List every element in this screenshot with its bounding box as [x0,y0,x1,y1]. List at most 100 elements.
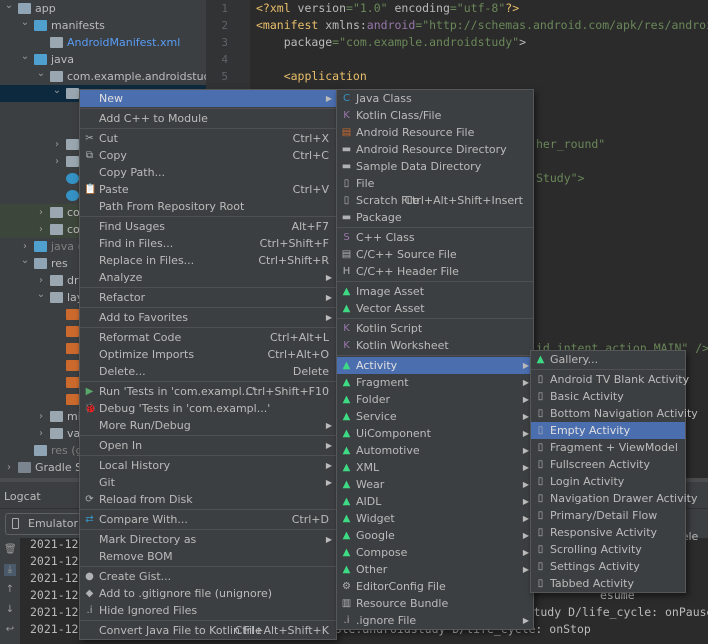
menu-item-responsive-activity[interactable]: ▯ Responsive Activity [531,524,685,541]
menu-item-copy-path[interactable]: Copy Path... [80,164,336,181]
menu-item-paste[interactable]: 📋 Paste Ctrl+V [80,181,336,198]
menu-item-c-c-header-file[interactable]: H C/C++ Header File [337,263,533,280]
menu-item-add-c-to-module[interactable]: Add C++ to Module [80,110,336,127]
menu-item-tabbed-activity[interactable]: ▯ Tabbed Activity [531,575,685,592]
menu-item-mark-directory-as[interactable]: Mark Directory as ▶ [80,531,336,548]
chevron-right-icon[interactable]: › [36,408,46,425]
chevron-right-icon[interactable]: › [4,459,14,476]
menu-item-reload-from-disk[interactable]: ⟳ Reload from Disk [80,491,336,508]
tree-item-app[interactable]: ⌄ app [0,0,206,17]
chevron-down-icon[interactable]: ⌄ [4,0,14,14]
menu-item-delete[interactable]: Delete... Delete [80,363,336,380]
menu-item-debug-tests-in-com-exampl[interactable]: 🐞 Debug 'Tests in 'com.exampl...' [80,400,336,417]
menu-item-add-to-favorites[interactable]: Add to Favorites ▶ [80,309,336,326]
menu-item-image-asset[interactable]: ▲ Image Asset [337,283,533,300]
menu-item-open-in[interactable]: Open In ▶ [80,437,336,454]
menu-item-local-history[interactable]: Local History ▶ [80,457,336,474]
menu-item-widget[interactable]: ▲ Widget ▶ [337,510,533,527]
trash-icon[interactable]: 🗑 [4,544,17,556]
code-token: <application [256,69,367,83]
tree-item-androidmanifest-xml[interactable]: AndroidManifest.xml [0,34,206,51]
menu-item-hide-ignored-files[interactable]: .i Hide Ignored Files [80,602,336,619]
menu-item-cut[interactable]: ✂ Cut Ctrl+X [80,130,336,147]
menu-item-empty-activity[interactable]: ▯ Empty Activity [531,422,685,439]
menu-item-replace-in-files[interactable]: Replace in Files... Ctrl+Shift+R [80,252,336,269]
arrow-down-icon[interactable]: ↓ [4,604,16,616]
menu-item-file[interactable]: ▯ File [337,175,533,192]
menu-item-folder[interactable]: ▲ Folder ▶ [337,391,533,408]
menu-item-add-to-gitignore-file-unignore[interactable]: ◆ Add to .gitignore file (unignore) [80,585,336,602]
chevron-right-icon[interactable]: › [36,425,46,442]
scroll-to-end-icon[interactable]: ⤓ [4,564,16,576]
menu-item-android-resource-file[interactable]: ▤ Android Resource File [337,124,533,141]
chevron-right-icon[interactable]: › [52,136,62,153]
tree-item-manifests[interactable]: ⌄ manifests [0,17,206,34]
menu-item-create-gist[interactable]: ● Create Gist... [80,568,336,585]
menu-item-compare-with[interactable]: ⇄ Compare With... Ctrl+D [80,511,336,528]
menu-item-scratch-file[interactable]: ▯ Scratch File Ctrl+Alt+Shift+Insert [337,192,533,209]
arrow-up-icon[interactable]: ↑ [4,584,16,596]
menu-item-other[interactable]: ▲ Other ▶ [337,561,533,578]
soft-wrap-icon[interactable]: ↩ [4,624,16,636]
menu-item-settings-activity[interactable]: ▯ Settings Activity [531,558,685,575]
menu-item-copy[interactable]: ⧉ Copy Ctrl+C [80,147,336,164]
menu-item-automotive[interactable]: ▲ Automotive ▶ [337,442,533,459]
menu-item-uicomponent[interactable]: ▲ UiComponent ▶ [337,425,533,442]
menu-item-vector-asset[interactable]: ▲ Vector Asset [337,300,533,317]
menu-item-scrolling-activity[interactable]: ▯ Scrolling Activity [531,541,685,558]
menu-item-analyze[interactable]: Analyze ▶ [80,269,336,286]
menu-item-resource-bundle[interactable]: ▥ Resource Bundle [337,595,533,612]
menu-item-fragment-viewmodel[interactable]: ▯ Fragment + ViewModel [531,439,685,456]
menu-item-kotlin-script[interactable]: K Kotlin Script [337,320,533,337]
menu-item-kotlin-class-file[interactable]: K Kotlin Class/File [337,107,533,124]
menu-item-aidl[interactable]: ▲ AIDL ▶ [337,493,533,510]
menu-item-basic-activity[interactable]: ▯ Basic Activity [531,388,685,405]
menu-item-refactor[interactable]: Refactor ▶ [80,289,336,306]
menu-item-xml[interactable]: ▲ XML ▶ [337,459,533,476]
menu-item-package[interactable]: ▬ Package [337,209,533,226]
menu-item-android-resource-directory[interactable]: ▬ Android Resource Directory [337,141,533,158]
menu-item-service[interactable]: ▲ Service ▶ [337,408,533,425]
menu-item-bottom-navigation-activity[interactable]: ▯ Bottom Navigation Activity [531,405,698,422]
menu-item-android-tv-blank-activity[interactable]: ▯ Android TV Blank Activity [531,371,689,388]
chevron-down-icon[interactable]: ⌄ [20,252,30,269]
chevron-down-icon[interactable]: ⌄ [20,48,30,65]
menu-item-primary-detail-flow[interactable]: ▯ Primary/Detail Flow [531,507,685,524]
menu-item-compose[interactable]: ▲ Compose ▶ [337,544,533,561]
chevron-down-icon[interactable]: ⌄ [36,65,46,82]
menu-item-c-class[interactable]: S C++ Class [337,229,533,246]
menu-item-run-tests-in-com-exampl[interactable]: ▶ Run 'Tests in 'com.exampl...' Ctrl+Shift… [80,383,336,400]
menu-item-more-run-debug[interactable]: More Run/Debug ▶ [80,417,336,434]
menu-item-reformat-code[interactable]: Reformat Code Ctrl+Alt+L [80,329,336,346]
menu-item-find-in-files[interactable]: Find in Files... Ctrl+Shift+F [80,235,336,252]
menu-item-convert-java-file-to-kotlin-file[interactable]: Convert Java File to Kotlin File Ctrl+Alt… [80,622,336,639]
menu-item-find-usages[interactable]: Find Usages Alt+F7 [80,218,336,235]
menu-item-navigation-drawer-activity[interactable]: ▯ Navigation Drawer Activity [531,490,698,507]
menu-item-remove-bom[interactable]: Remove BOM [80,548,336,565]
menu-item-new[interactable]: New ▶ [80,90,336,107]
menu-item-fullscreen-activity[interactable]: ▯ Fullscreen Activity [531,456,685,473]
menu-item-login-activity[interactable]: ▯ Login Activity [531,473,685,490]
chevron-down-icon[interactable]: ⌄ [20,14,30,31]
menu-item-activity[interactable]: ▲ Activity ▶ [337,357,533,374]
menu-item-editorconfig-file[interactable]: ⚙ EditorConfig File [337,578,533,595]
chevron-down-icon[interactable]: ⌄ [52,82,62,99]
menu-item-ignore-file[interactable]: .i .ignore File ▶ [337,612,533,629]
chevron-right-icon[interactable]: › [36,204,46,221]
menu-item-optimize-imports[interactable]: Optimize Imports Ctrl+Alt+O [80,346,336,363]
tree-item-java[interactable]: ⌄ java [0,51,206,68]
menu-item-git[interactable]: Git ▶ [80,474,336,491]
chevron-right-icon[interactable]: › [36,221,46,238]
menu-item-c-c-source-file[interactable]: ▤ C/C++ Source File [337,246,533,263]
menu-item-fragment[interactable]: ▲ Fragment ▶ [337,374,533,391]
menu-item-google[interactable]: ▲ Google ▶ [337,527,533,544]
menu-item-wear[interactable]: ▲ Wear ▶ [337,476,533,493]
menu-item-path-from-repository-root[interactable]: Path From Repository Root [80,198,336,215]
tree-item-com-example-androidstudy[interactable]: ⌄ com.example.androidstudy [0,68,206,85]
menu-item-kotlin-worksheet[interactable]: K Kotlin Worksheet [337,337,533,354]
menu-item-sample-data-directory[interactable]: ▬ Sample Data Directory [337,158,533,175]
chevron-down-icon[interactable]: ⌄ [36,286,46,303]
chevron-right-icon[interactable]: › [52,153,62,170]
menu-item-java-class[interactable]: C Java Class [337,90,533,107]
menu-item-gallery[interactable]: ▲ Gallery... [531,351,685,368]
